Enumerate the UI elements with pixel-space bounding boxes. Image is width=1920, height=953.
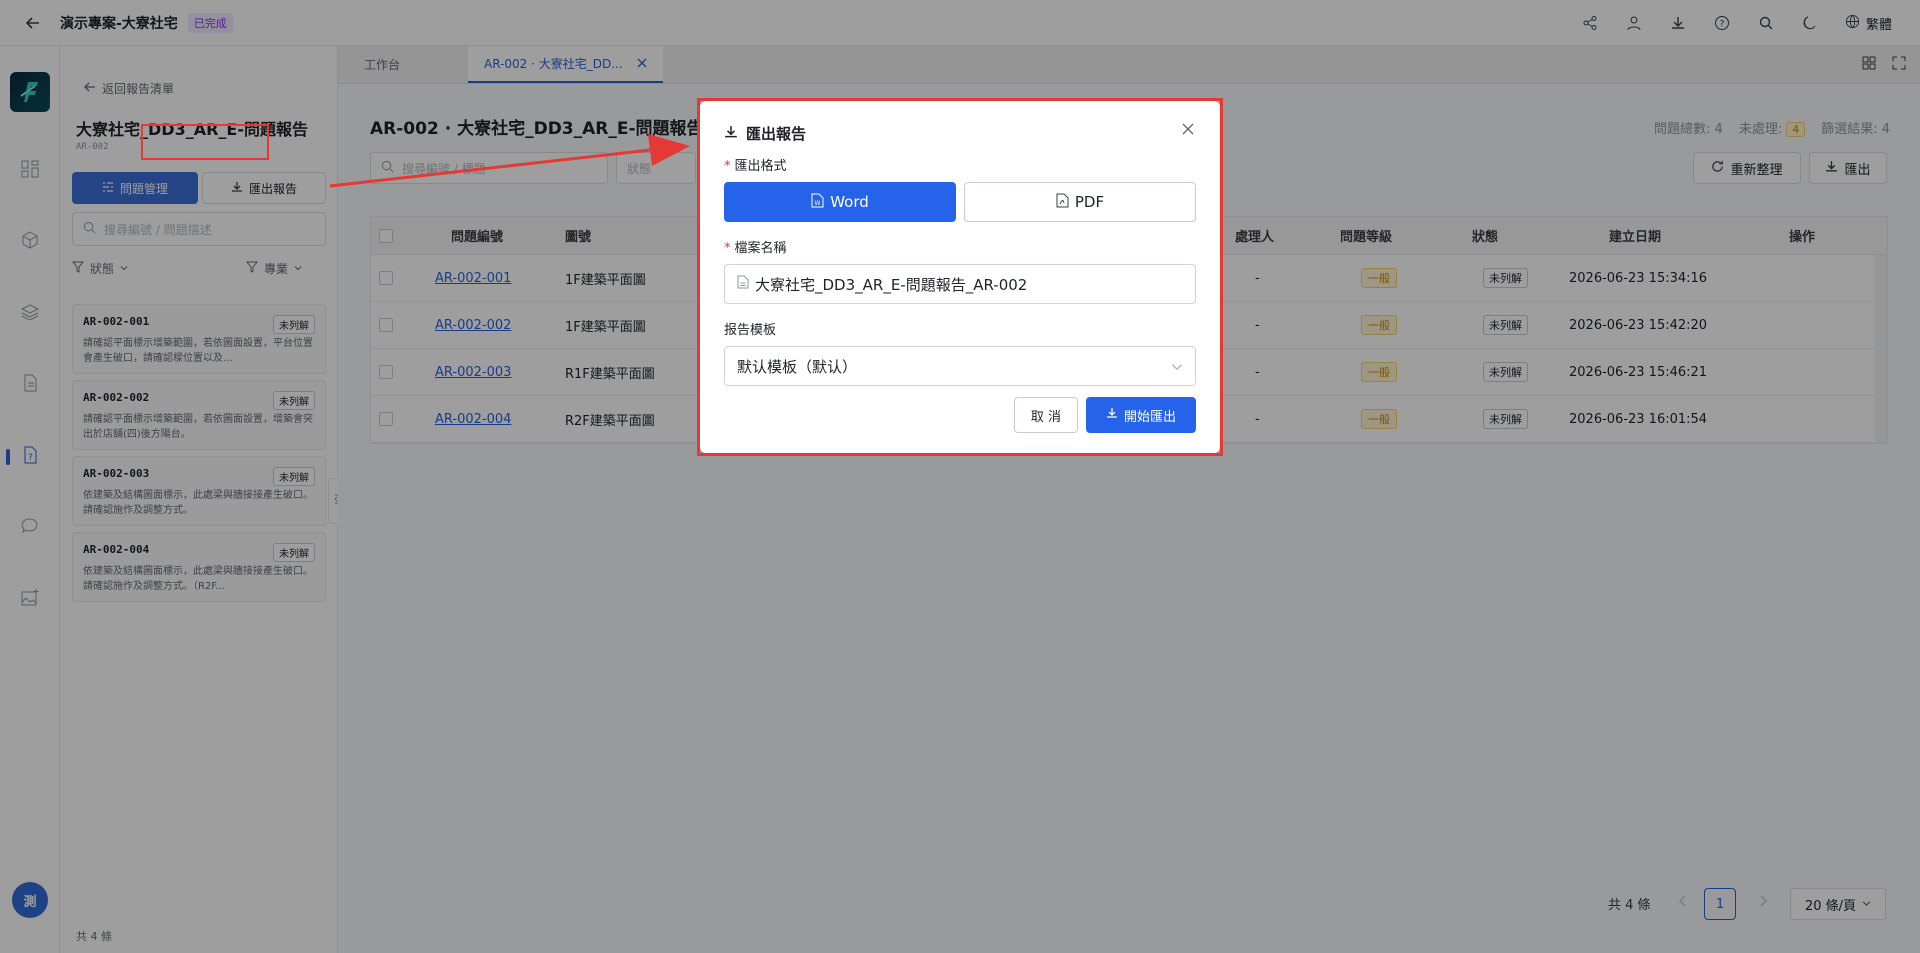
format-pdf-option[interactable]: PDF [964, 182, 1196, 222]
close-icon[interactable] [1178, 119, 1198, 139]
start-export-label: 開始匯出 [1123, 409, 1176, 425]
cancel-label: 取 消 [1030, 409, 1062, 425]
template-value: 默认模板（默认） [737, 357, 858, 376]
word-file-icon: W [811, 193, 824, 212]
export-report-dialog: 匯出報告 * 匯出格式 W Word PDF * 檔案名稱 大寮社宅_DD3_AR_… [700, 101, 1220, 453]
download-icon [1106, 407, 1118, 423]
format-label: * 匯出格式 [724, 159, 787, 174]
format-label-text: 匯出格式 [734, 159, 787, 174]
template-label: 报告模板 [724, 323, 777, 338]
filename-label: * 檔案名稱 [724, 241, 787, 256]
dialog-title: 匯出報告 [724, 123, 806, 144]
format-word-option[interactable]: W Word [724, 182, 956, 222]
filename-input[interactable]: 大寮社宅_DD3_AR_E-問題報告_AR-002 [724, 264, 1196, 304]
cancel-button[interactable]: 取 消 [1014, 397, 1078, 433]
template-select[interactable]: 默认模板（默认） [724, 346, 1196, 386]
pdf-file-icon [1056, 193, 1069, 212]
file-icon [737, 275, 749, 293]
filename-value: 大寮社宅_DD3_AR_E-問題報告_AR-002 [755, 275, 1028, 294]
download-icon [724, 125, 738, 143]
dialog-title-text: 匯出報告 [746, 125, 807, 143]
annotation-highlight-export-button [141, 124, 269, 160]
filename-label-text: 檔案名稱 [734, 241, 787, 256]
format-pdf-label: PDF [1074, 193, 1105, 211]
chevron-down-icon [1171, 359, 1183, 377]
svg-text:W: W [815, 200, 821, 207]
format-word-label: Word [830, 193, 869, 211]
start-export-button[interactable]: 開始匯出 [1086, 397, 1196, 433]
